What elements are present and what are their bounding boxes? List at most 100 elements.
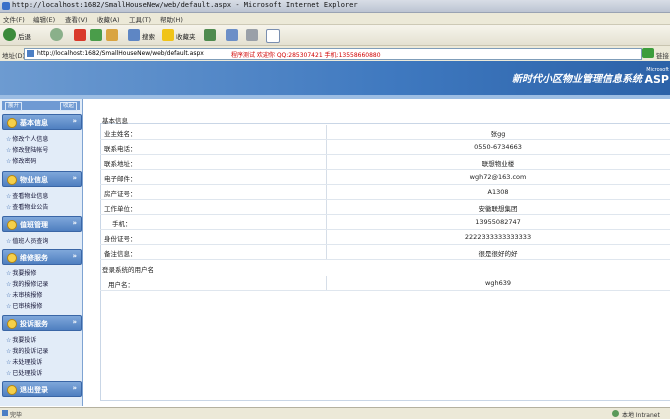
column-divider — [326, 155, 327, 169]
search-label[interactable]: 搜索 — [142, 31, 155, 41]
sidebar-group-complaint[interactable]: 投诉服务 » — [2, 315, 82, 331]
scrolling-ticker: 程序测试 欢迎你 QQ:285307421 手机:13558660880 — [231, 52, 381, 59]
field-label: 联系电话： — [104, 145, 137, 153]
group-icon — [7, 175, 17, 185]
field-value: 安徽联想集团 — [478, 205, 518, 213]
home-icon[interactable] — [106, 29, 118, 41]
sidebar-item[interactable]: ☆查看物业信息 — [6, 191, 48, 200]
address-url: http://localhost:1682/SmallHouseNew/web/… — [37, 50, 204, 57]
page-done-icon — [2, 410, 8, 416]
ie-icon — [2, 2, 10, 10]
sidebar-item[interactable]: ☆我要投诉 — [6, 335, 36, 344]
banner-divider — [0, 95, 670, 99]
address-label: 地址(D) — [2, 52, 26, 60]
table-row: 用户名： wgh639 — [100, 276, 670, 291]
table-row: 房产证号： A1308 — [100, 185, 670, 200]
back-label[interactable]: 后退 — [18, 31, 31, 41]
sidebar-item[interactable]: ☆修改个人信息 — [6, 134, 48, 143]
address-bar: 地址(D) http://localhost:1682/SmallHouseNe… — [0, 46, 670, 62]
field-value: 2222333333333333 — [464, 233, 532, 241]
field-label: 工作单位： — [104, 205, 137, 213]
group-icon — [7, 220, 17, 230]
table-row: 业主姓名： 张gg — [100, 125, 670, 140]
menu-bar: 文件(F) 编辑(E) 查看(V) 收藏(A) 工具(T) 帮助(H) — [0, 13, 670, 25]
field-label: 身份证号： — [104, 235, 137, 243]
sidebar-item[interactable]: ☆修改密码 — [6, 156, 36, 165]
group-icon — [7, 319, 17, 329]
section-title-basic-info: 基本信息 — [102, 117, 128, 125]
word-edit-icon[interactable] — [266, 29, 280, 43]
intranet-zone-icon — [612, 410, 619, 417]
chevron-double-icon: » — [72, 318, 77, 326]
menu-view[interactable]: 查看(V) — [65, 14, 88, 24]
history-icon[interactable] — [204, 29, 216, 41]
field-label: 手机： — [112, 220, 132, 228]
site-title: 新时代小区物业管理信息系统 — [512, 74, 642, 85]
group-label: 退出登录 — [20, 386, 48, 394]
sidebar-group-duty[interactable]: 值班管理 » — [2, 216, 82, 232]
search-icon[interactable] — [128, 29, 140, 41]
collapse-all-button[interactable]: 收起 — [59, 102, 77, 111]
field-value: 联想物业楼 — [481, 160, 515, 168]
sidebar-item[interactable]: ☆查看物业公告 — [6, 202, 48, 211]
column-divider — [326, 200, 327, 214]
column-divider — [326, 140, 327, 154]
menu-tools[interactable]: 工具(T) — [129, 14, 151, 24]
sidebar-item[interactable]: ☆已审核报修 — [6, 301, 42, 310]
menu-file[interactable]: 文件(F) — [3, 14, 25, 24]
print-icon[interactable] — [246, 29, 258, 41]
back-arrow-icon[interactable] — [3, 28, 16, 41]
sidebar-item[interactable]: ☆未审核报修 — [6, 290, 42, 299]
field-value: 很是很好的好 — [478, 250, 518, 258]
field-label: 电子邮件： — [104, 175, 137, 183]
sidebar-group-property-info[interactable]: 物业信息 » — [2, 171, 82, 187]
refresh-icon[interactable] — [90, 29, 102, 41]
chevron-double-icon: » — [72, 219, 77, 227]
sidebar-group-basic-info[interactable]: 基本信息 » — [2, 114, 82, 130]
field-label: 备注信息： — [104, 250, 137, 258]
sidebar-item[interactable]: ☆我的投诉记录 — [6, 346, 48, 355]
group-label: 维修服务 — [20, 254, 48, 262]
table-row: 手机： 13955082747 — [100, 215, 670, 230]
address-input[interactable]: http://localhost:1682/SmallHouseNew/web/… — [24, 48, 642, 60]
sidebar-item[interactable]: ☆已处理投诉 — [6, 368, 42, 377]
table-row: 联系电话： 0550-6734663 — [100, 140, 670, 155]
table-row: 联系地址： 联想物业楼 — [100, 155, 670, 170]
main-content: 基本信息 业主姓名： 张gg 联系电话： 0550-6734663 联系地址： … — [100, 113, 670, 406]
asp-logo: ASP — [644, 73, 670, 86]
sidebar-item[interactable]: ☆我的报修记录 — [6, 279, 48, 288]
column-divider — [326, 125, 327, 139]
sidebar-group-repair[interactable]: 维修服务 » — [2, 249, 82, 265]
favorites-star-icon[interactable] — [162, 29, 174, 41]
favorites-label[interactable]: 收藏夹 — [176, 31, 196, 41]
forward-arrow-icon[interactable] — [50, 28, 63, 41]
go-arrow-icon[interactable] — [642, 48, 654, 58]
group-icon — [7, 385, 17, 395]
field-label: 业主姓名： — [104, 130, 137, 138]
expand-all-button[interactable]: 展开 — [5, 102, 23, 111]
menu-help[interactable]: 帮助(H) — [160, 14, 183, 24]
menu-edit[interactable]: 编辑(E) — [33, 14, 55, 24]
sidebar-item[interactable]: ☆我要报修 — [6, 268, 36, 277]
sidebar-item[interactable]: ☆修改登陆帐号 — [6, 145, 48, 154]
toolbar: 后退 搜索 收藏夹 — [0, 25, 670, 46]
menu-favorites[interactable]: 收藏(A) — [97, 14, 120, 24]
table-row: 工作单位： 安徽联想集团 — [100, 200, 670, 215]
chevron-double-icon: » — [72, 252, 77, 260]
field-label: 用户名： — [108, 281, 134, 289]
field-value: 张gg — [490, 130, 506, 138]
chevron-double-icon: » — [72, 174, 77, 182]
field-label: 联系地址： — [104, 160, 137, 168]
sidebar-group-logout[interactable]: 退出登录 » — [2, 381, 82, 397]
group-label: 值班管理 — [20, 221, 48, 229]
stop-icon[interactable] — [74, 29, 86, 41]
sidebar: 展开 收起 基本信息 » ☆修改个人信息 ☆修改登陆帐号 ☆修改密码 物业信息 … — [0, 99, 83, 406]
table-row: 备注信息： 很是很好的好 — [100, 245, 670, 260]
sidebar-item[interactable]: ☆值班人员查询 — [6, 236, 48, 245]
group-label: 基本信息 — [20, 119, 48, 127]
field-value: wgh72@163.com — [469, 173, 527, 181]
table-row: 身份证号： 2222333333333333 — [100, 230, 670, 245]
mail-icon[interactable] — [226, 29, 238, 41]
links-label[interactable]: 链接 — [656, 50, 669, 60]
sidebar-item[interactable]: ☆未处理投诉 — [6, 357, 42, 366]
